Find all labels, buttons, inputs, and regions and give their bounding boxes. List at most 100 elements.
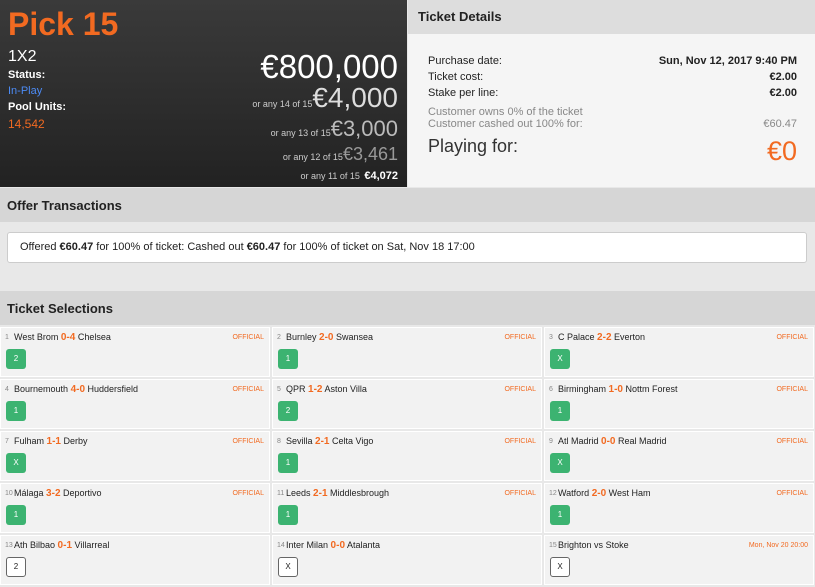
match-state: OFFICIAL xyxy=(232,386,264,393)
offer-transaction-item: Offered €60.47 for 100% of ticket: Cashe… xyxy=(7,232,807,263)
match-name: Burnley 2-0 Swansea xyxy=(286,332,373,343)
match-name: Birmingham 1-0 Nottm Forest xyxy=(558,384,678,395)
stake-per-line-row: Stake per line: €2.00 xyxy=(428,87,797,99)
away-team: Chelsea xyxy=(77,332,111,342)
match-name: Málaga 3-2 Deportivo xyxy=(14,488,102,499)
ownership-text: Customer owns 0% of the ticket xyxy=(428,106,583,118)
pick-selection-button[interactable]: X xyxy=(278,557,298,577)
away-team: Celta Vigo xyxy=(332,436,374,446)
match-score: 2-0 xyxy=(319,332,334,343)
pick-selection-button[interactable]: X xyxy=(550,453,570,473)
pool-units-label: Pool Units: xyxy=(8,101,67,113)
selection-number: 2 xyxy=(277,334,281,341)
pick-title: Pick 15 xyxy=(8,6,119,42)
pick-summary-panel: Pick 15 1X2 Status: In-Play Pool Units: … xyxy=(0,0,407,187)
home-team: QPR xyxy=(286,384,306,394)
match-score: 0-0 xyxy=(601,436,616,447)
match-name: Leeds 2-1 Middlesbrough xyxy=(286,488,389,499)
match-name: Atl Madrid 0-0 Real Madrid xyxy=(558,436,667,447)
home-team: West Brom xyxy=(14,332,59,342)
away-team: Huddersfield xyxy=(87,384,139,394)
home-team: Ath Bilbao xyxy=(14,540,56,550)
match-score: 2-1 xyxy=(315,436,330,447)
match-score: 1-1 xyxy=(46,436,61,447)
match-score: 0-1 xyxy=(57,540,72,551)
selection-number: 3 xyxy=(549,334,553,341)
prize-tier-label: or any 11 of 15 xyxy=(300,171,360,181)
match-state: OFFICIAL xyxy=(504,386,536,393)
offer-amount: €60.47 xyxy=(59,241,94,253)
prize-tier-amount: €3,000 xyxy=(330,116,398,141)
selection-number: 12 xyxy=(549,490,557,497)
prize-tier-11: or any 11 of 15 €4,072 xyxy=(301,166,398,184)
ticket-cost-row: Ticket cost: €2.00 xyxy=(428,71,797,83)
selection-number: 14 xyxy=(277,542,285,549)
selection-cell: 4 Bournemouth 4-0 Huddersfield OFFICIAL 1 xyxy=(0,379,270,429)
offer-transactions-heading: Offer Transactions xyxy=(0,188,815,222)
pick-selection-button[interactable]: X xyxy=(550,349,570,369)
pick-selection-button[interactable]: 1 xyxy=(550,401,570,421)
match-score: 1-0 xyxy=(608,384,623,395)
pick-selection-button[interactable]: 1 xyxy=(6,401,26,421)
match-score: 4-0 xyxy=(70,384,86,395)
offer-text: Offered xyxy=(20,241,60,253)
match-name: Ath Bilbao 0-1 Villarreal xyxy=(14,540,109,551)
pick-selection-button[interactable]: 2 xyxy=(6,557,26,577)
prize-tier-label: or any 14 of 15 xyxy=(252,99,313,109)
ticket-details-title: Ticket Details xyxy=(408,0,815,34)
match-name: Brighton vs Stoke xyxy=(558,540,629,550)
selection-number: 10 xyxy=(5,490,13,497)
home-team: Atl Madrid xyxy=(558,436,599,446)
detail-value: €2.00 xyxy=(769,71,797,83)
prize-tier-label: or any 12 of 15 xyxy=(282,152,343,162)
ticket-page: Pick 15 1X2 Status: In-Play Pool Units: … xyxy=(0,0,815,587)
match-score: 2-0 xyxy=(591,488,607,499)
selection-cell: 8 Sevilla 2-1 Celta Vigo OFFICIAL 1 xyxy=(272,431,542,481)
selection-cell: 12 Watford 2-0 West Ham OFFICIAL 1 xyxy=(544,483,814,533)
playing-for-label: Playing for: xyxy=(428,136,519,156)
away-team: Aston Villa xyxy=(324,384,367,394)
match-score: 2-1 xyxy=(313,488,328,499)
selection-cell: 5 QPR 1-2 Aston Villa OFFICIAL 2 xyxy=(272,379,542,429)
pick-selection-button[interactable]: 1 xyxy=(6,505,26,525)
match-state: OFFICIAL xyxy=(232,438,264,445)
home-team: Fulham xyxy=(14,436,45,446)
pick-selection-button[interactable]: 1 xyxy=(278,349,298,369)
match-score: 2-2 xyxy=(597,332,612,343)
home-team: Burnley xyxy=(286,332,317,342)
pick-selection-button[interactable]: 1 xyxy=(550,505,570,525)
bet-type: 1X2 xyxy=(8,48,37,65)
home-team: Málaga xyxy=(14,488,44,498)
ticket-selections-heading: Ticket Selections xyxy=(0,291,815,325)
match-state: OFFICIAL xyxy=(776,386,808,393)
selection-cell: 11 Leeds 2-1 Middlesbrough OFFICIAL 1 xyxy=(272,483,542,533)
prize-tier-13: or any 13 of 15€3,000 xyxy=(271,116,398,142)
selection-number: 1 xyxy=(5,334,9,341)
match-name: West Brom 0-4 Chelsea xyxy=(14,332,111,343)
match-name: Sevilla 2-1 Celta Vigo xyxy=(286,436,373,447)
prize-tier-label: or any 13 of 15 xyxy=(270,128,331,138)
offer-text: for 100% of ticket: Cashed out xyxy=(93,241,247,253)
ticket-details-panel: Ticket Details Purchase date: Sun, Nov 12… xyxy=(408,0,815,187)
pick-selection-button[interactable]: 1 xyxy=(278,453,298,473)
pick-selection-button[interactable]: 1 xyxy=(278,505,298,525)
detail-label: Stake per line: xyxy=(428,87,499,99)
match-name: Watford 2-0 West Ham xyxy=(558,488,651,499)
selection-number: 11 xyxy=(277,490,285,497)
pick-selection-button[interactable]: X xyxy=(550,557,570,577)
selection-cell: 14 Inter Milan 0-0 Atalanta X xyxy=(272,535,542,585)
match-name: Bournemouth 4-0 Huddersfield xyxy=(14,384,138,395)
away-team: West Ham xyxy=(608,488,651,498)
pick-selection-button[interactable]: X xyxy=(6,453,26,473)
pick-selection-button[interactable]: 2 xyxy=(278,401,298,421)
match-separator: vs xyxy=(594,540,604,550)
away-team: Swansea xyxy=(336,332,374,342)
detail-label: Purchase date: xyxy=(428,55,502,67)
away-team: Villarreal xyxy=(74,540,110,550)
selection-cell: 1 West Brom 0-4 Chelsea OFFICIAL 2 xyxy=(0,327,270,377)
match-score: 0-4 xyxy=(60,332,76,343)
detail-label: Customer cashed out 100% for: xyxy=(428,118,583,130)
detail-label: Ticket cost: xyxy=(428,71,484,83)
match-state: Mon, Nov 20 20:00 xyxy=(748,542,808,549)
pick-selection-button[interactable]: 2 xyxy=(6,349,26,369)
